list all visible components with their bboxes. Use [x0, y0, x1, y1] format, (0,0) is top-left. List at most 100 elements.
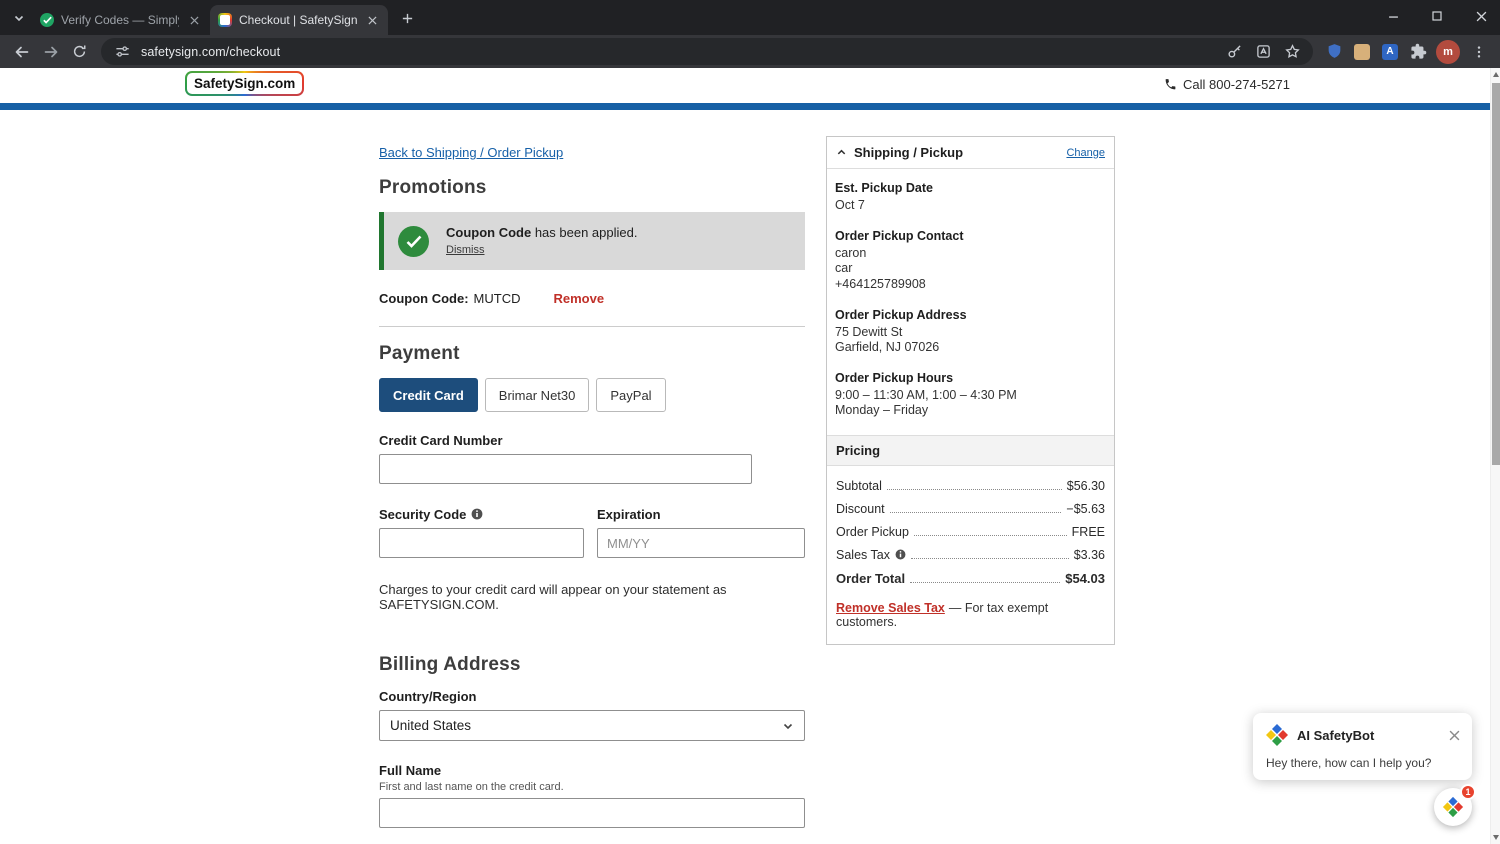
full-name-help: First and last name on the credit card. [379, 781, 564, 793]
extension-icon-a[interactable]: A [1377, 39, 1403, 65]
chat-close-icon[interactable] [1449, 730, 1460, 741]
dotted-leader [913, 535, 1067, 536]
close-window-button[interactable] [1472, 7, 1490, 25]
expiration-field: Expiration [597, 507, 805, 558]
forward-button[interactable] [37, 38, 64, 65]
sales-tax-info-icon[interactable] [895, 549, 906, 560]
security-code-info-icon[interactable] [471, 508, 483, 520]
phone-number[interactable]: Call 800-274-5271 [1183, 77, 1290, 92]
pickup-contact-section: Order Pickup Contact caron car +46412578… [835, 229, 1106, 293]
scroll-down-arrow[interactable] [1493, 835, 1499, 840]
new-tab-button[interactable] [394, 5, 420, 31]
extension-a-label: A [1386, 46, 1394, 57]
promotions-title: Promotions [379, 177, 487, 198]
minimize-button[interactable] [1384, 7, 1402, 25]
shield-extension-icon[interactable] [1321, 39, 1347, 65]
section-line: Garfield, NJ 07026 [835, 340, 940, 355]
tab-close-icon[interactable] [186, 12, 202, 28]
page-scrollbar[interactable] [1490, 68, 1500, 844]
tab-checkout[interactable]: Checkout | SafetySign.com - Pa [210, 5, 388, 35]
cc-number-label: Credit Card Number [379, 433, 503, 448]
tab-simplycodes[interactable]: Verify Codes — SimplyCodes [32, 5, 210, 35]
site-header: SafetySign.com Call 800-274-5271 [0, 68, 1500, 103]
section-line: 9:00 – 11:30 AM, 1:00 – 4:30 PM [835, 387, 1017, 402]
alert-text: Coupon Code has been applied. [446, 225, 637, 240]
country-label: Country/Region [379, 689, 477, 704]
remove-sales-tax-link[interactable]: Remove Sales Tax [836, 601, 945, 615]
tab-strip: Verify Codes — SimplyCodes Checkout | Sa… [0, 0, 1500, 35]
shipping-summary-card: Shipping / Pickup Change Est. Pickup Dat… [826, 136, 1115, 645]
checkout-main: Back to Shipping / Order Pickup Promotio… [379, 144, 805, 844]
chat-notification-badge: 1 [1460, 784, 1476, 800]
password-key-icon[interactable] [1224, 42, 1244, 62]
expiration-label: Expiration [597, 507, 661, 522]
success-check-icon [398, 225, 429, 257]
url-text[interactable]: safetysign.com/checkout [141, 45, 1215, 59]
dismiss-link[interactable]: Dismiss [446, 244, 485, 256]
alert-coupon-bold: Coupon Code [446, 224, 532, 240]
summary-title: Shipping / Pickup [854, 145, 964, 160]
chat-popup: AI SafetyBot Hey there, how can I help y… [1253, 713, 1472, 780]
scrollbar-thumb[interactable] [1492, 83, 1500, 465]
price-label: Order Pickup [836, 525, 909, 539]
full-name-input[interactable] [379, 798, 805, 828]
payment-tab-paypal[interactable]: PayPal [596, 378, 666, 412]
price-label: Discount [836, 502, 885, 516]
header-phone[interactable]: Call 800-274-5271 [1164, 77, 1290, 92]
chevron-down-icon [14, 15, 24, 22]
chat-header: AI SafetyBot [1265, 723, 1460, 747]
price-value: $3.36 [1073, 548, 1105, 562]
tab-close-icon[interactable] [364, 12, 380, 28]
coupon-row: Coupon Code: MUTCD Remove [379, 291, 805, 306]
plus-icon [402, 13, 412, 23]
simplycodes-favicon [40, 13, 54, 27]
safetysign-favicon [218, 13, 232, 27]
tab-search-button[interactable] [6, 5, 32, 31]
security-code-field: Security Code [379, 507, 584, 558]
remove-coupon-link[interactable]: Remove [553, 291, 604, 306]
extension-icon-tan[interactable] [1349, 39, 1375, 65]
price-value: $54.03 [1065, 571, 1105, 586]
expiration-input[interactable] [597, 528, 805, 558]
collapse-chevron-icon[interactable] [836, 147, 847, 158]
site-info-icon[interactable] [112, 42, 132, 62]
chat-launcher-button[interactable]: 1 [1434, 784, 1476, 826]
safetybot-logo-icon [1442, 796, 1464, 818]
full-name-field: Full Name First and last name on the cre… [379, 763, 805, 828]
price-label: Order Total [836, 571, 906, 586]
window-controls [1384, 0, 1490, 32]
chat-message: Hey there, how can I help you? [1266, 756, 1432, 770]
maximize-button[interactable] [1428, 7, 1446, 25]
cc-number-input[interactable] [379, 454, 752, 484]
reload-button[interactable] [66, 38, 93, 65]
bookmark-star-icon[interactable] [1282, 42, 1302, 62]
menu-dots-icon[interactable] [1465, 38, 1492, 65]
back-to-shipping-link[interactable]: Back to Shipping / Order Pickup [379, 145, 563, 160]
change-link[interactable]: Change [1066, 147, 1105, 159]
payment-tab-credit-card[interactable]: Credit Card [379, 378, 478, 412]
address-bar[interactable]: safetysign.com/checkout [101, 38, 1313, 65]
payment-tab-brimar-net30[interactable]: Brimar Net30 [484, 378, 590, 412]
extensions-puzzle-icon[interactable] [1405, 39, 1431, 65]
chevron-down-icon [783, 723, 793, 729]
country-field: Country/Region United States [379, 689, 805, 741]
security-code-input[interactable] [379, 528, 584, 558]
coupon-code-value: MUTCD [473, 291, 521, 306]
full-name-label: Full Name [379, 763, 442, 778]
security-expiration-row: Security Code Expiration [379, 507, 805, 558]
safetysign-logo[interactable]: SafetySign.com [185, 71, 305, 96]
profile-avatar[interactable]: m [1436, 39, 1460, 64]
country-select[interactable]: United States [379, 710, 805, 741]
scroll-up-arrow[interactable] [1493, 72, 1499, 77]
pricing-rows: Subtotal $56.30 Discount −$5.63 Order Pick… [827, 466, 1114, 586]
pricing-row-order-total: Order Total $54.03 [836, 571, 1105, 586]
dotted-leader [910, 582, 1061, 583]
section-line: Monday – Friday [835, 403, 929, 418]
section-line: caron [835, 245, 867, 260]
statement-note: Charges to your credit card will appear … [379, 582, 727, 612]
country-selected-value: United States [390, 718, 472, 733]
back-button[interactable] [8, 38, 35, 65]
section-label: Order Pickup Address [835, 307, 967, 322]
price-value: FREE [1071, 525, 1105, 539]
translate-icon[interactable] [1253, 42, 1273, 62]
